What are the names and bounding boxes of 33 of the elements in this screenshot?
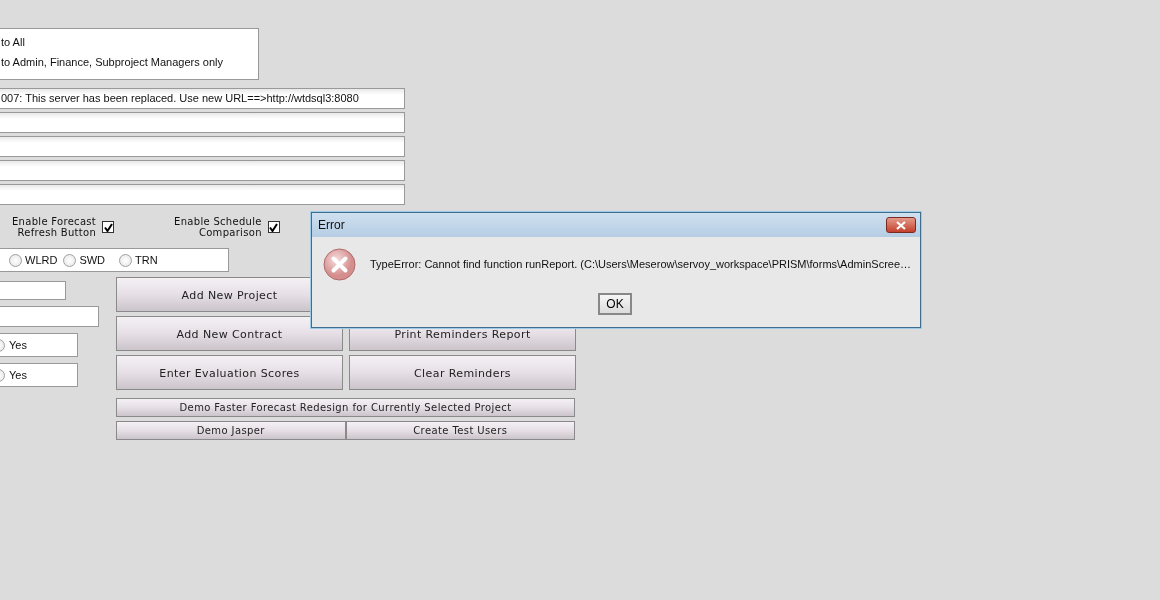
button[interactable]: Add New Contract: [116, 316, 343, 351]
input-field[interactable]: [0, 281, 66, 300]
input-field[interactable]: [0, 160, 405, 181]
checkbox[interactable]: [267, 221, 280, 233]
button[interactable]: Create Test Users: [345, 421, 575, 440]
radio-label: WLRD: [25, 252, 58, 268]
checkbox-label: Enable Schedule Comparison: [174, 216, 262, 238]
input-field[interactable]: [0, 306, 99, 327]
checkbox-label: Enable Forecast Refresh Button: [12, 216, 97, 238]
button[interactable]: Clear Reminders: [349, 355, 576, 390]
button[interactable]: Demo Jasper: [116, 421, 346, 440]
option-label: to All: [1, 36, 25, 48]
error-icon: [323, 248, 356, 281]
input-field[interactable]: 007: This server has been replaced. Use new URL==>http://wtdsql3:8080: [0, 88, 405, 109]
close-icon: [896, 220, 906, 230]
radio-label: Yes: [9, 337, 27, 353]
ok-button[interactable]: OK: [598, 293, 632, 315]
close-button[interactable]: [886, 217, 916, 233]
radio-label: TRN: [135, 252, 158, 268]
radio-label: Yes: [9, 367, 27, 383]
checkbox[interactable]: [102, 221, 115, 233]
button[interactable]: Demo Faster Forecast Redesign for Currently Selected Project: [116, 398, 575, 417]
radio-button[interactable]: [9, 253, 22, 267]
input-field[interactable]: [0, 112, 405, 133]
error-message: TypeError: Cannot find function runReport. (C:\Users\Meserow\servoy_workspace\PRISM\forms\AdminScree…: [370, 257, 912, 273]
window-title: Error: [318, 217, 345, 234]
radio-label: SWD: [79, 252, 106, 268]
option-label: to Admin, Finance, Subproject Managers only: [1, 56, 223, 68]
input-field[interactable]: [0, 184, 405, 205]
input-field[interactable]: [0, 136, 405, 157]
button[interactable]: Enter Evaluation Scores: [116, 355, 343, 390]
radio-button[interactable]: [63, 253, 77, 267]
radio-button[interactable]: [119, 253, 133, 267]
